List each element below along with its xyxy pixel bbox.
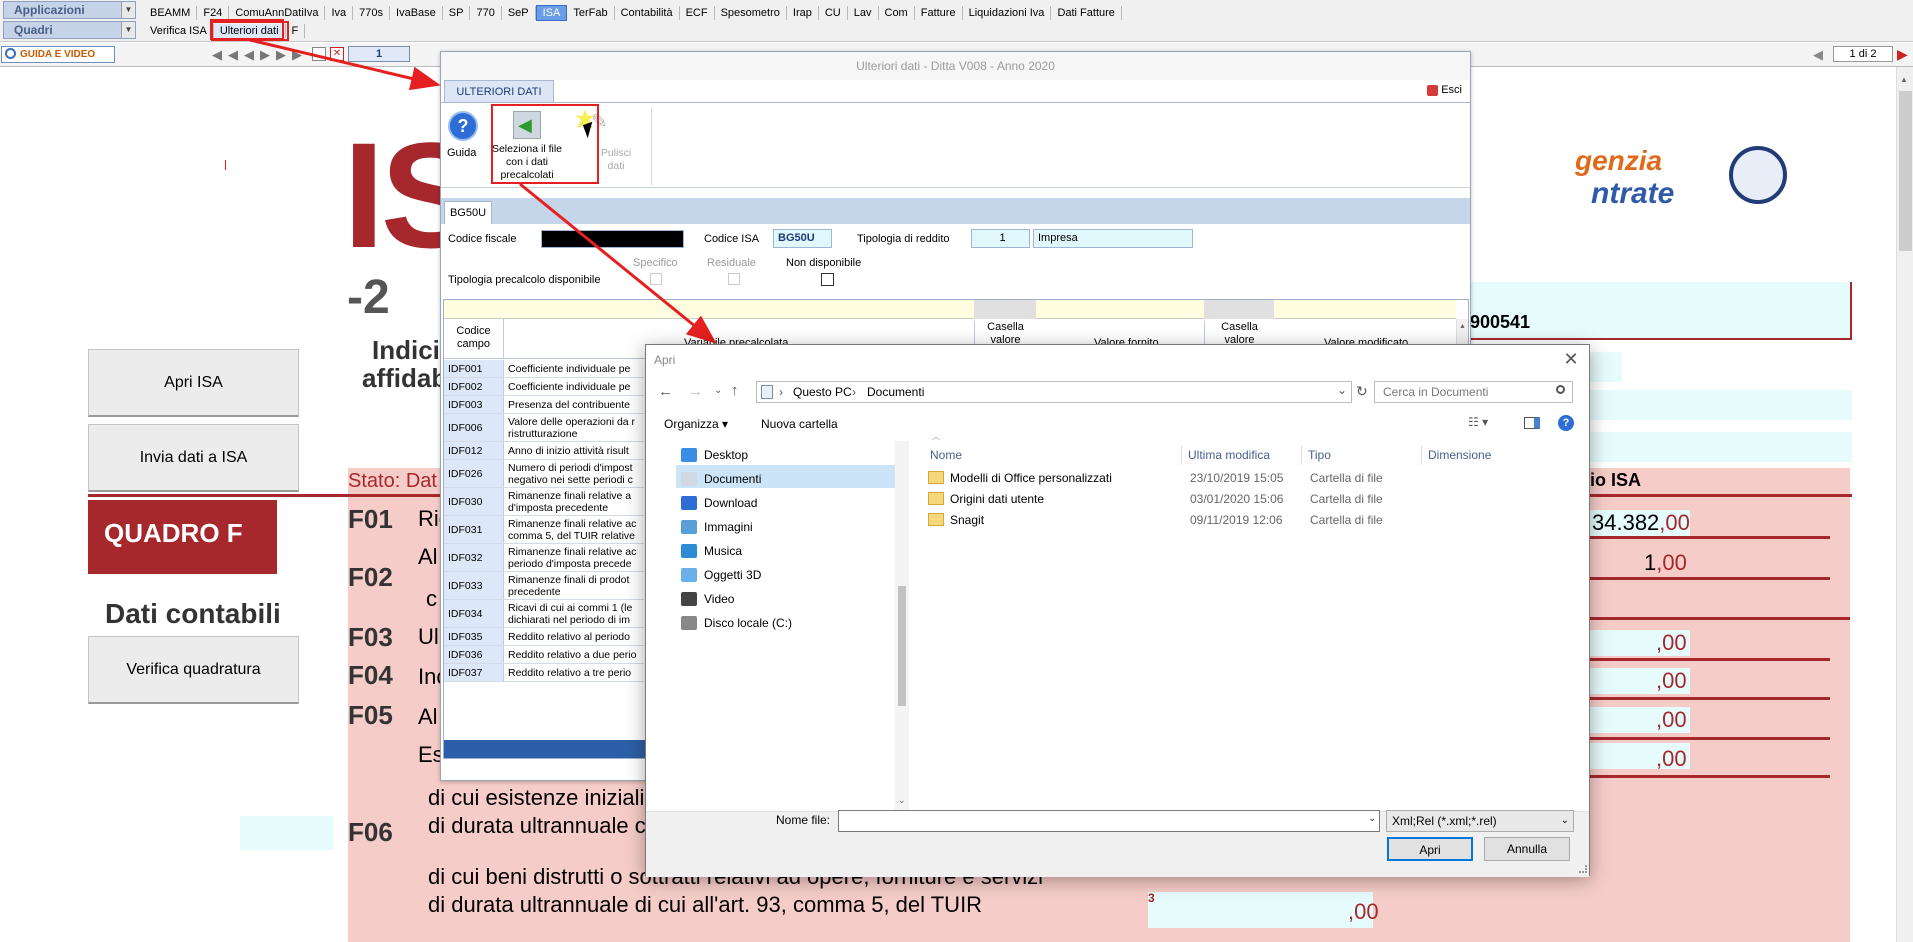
file-type-filter[interactable]: Xml;Rel (*.xml;*.rel) ⌄	[1386, 810, 1574, 832]
refresh-icon[interactable]: ↻	[1356, 383, 1368, 400]
nav-item-download[interactable]: Download	[681, 491, 881, 514]
nav-item-label: Musica	[704, 543, 743, 558]
breadcrumb-separator: ›	[779, 385, 783, 399]
search-input[interactable]: Cerca in Documenti	[1374, 381, 1573, 403]
nav-item-video[interactable]: Video	[681, 587, 881, 610]
organizza-button[interactable]: Organizza ▾	[664, 417, 728, 431]
list-item[interactable]: Snagit 09/11/2019 12:06 Cartella di file	[928, 509, 1428, 530]
file-date: 03/01/2020 15:06	[1190, 491, 1284, 506]
folder-icon	[681, 471, 697, 486]
back-arrow-icon[interactable]: ←	[658, 383, 673, 400]
arrow-to-ulteriori	[249, 38, 441, 91]
nav-item-label: Documenti	[704, 471, 762, 486]
preview-pane-icon[interactable]	[1524, 417, 1540, 429]
file-type: Cartella di file	[1310, 491, 1383, 506]
file-date: 09/11/2019 12:06	[1190, 512, 1283, 527]
folder-icon	[681, 495, 697, 510]
file-date: 23/10/2019 15:05	[1190, 470, 1284, 485]
folder-icon	[681, 543, 697, 558]
navigation-pane: Desktop Documenti Download Immagini Musica Og…	[646, 441, 909, 811]
apri-title: Apri	[654, 353, 676, 367]
chevron-down-icon[interactable]: ⌄	[1337, 383, 1347, 397]
apri-toolbar: Organizza ▾ Nuova cartella ☷ ▾ ?	[646, 409, 1589, 441]
breadcrumb-documenti[interactable]: Documenti	[867, 385, 924, 399]
recent-chevron-icon[interactable]: ⌄	[714, 385, 722, 396]
folder-icon	[681, 519, 697, 534]
file-type: Cartella di file	[1310, 512, 1383, 527]
pc-icon	[761, 385, 773, 399]
help-icon[interactable]: ?	[1558, 415, 1574, 431]
close-icon[interactable]: ✕	[1561, 349, 1581, 369]
nav-item-documenti[interactable]: Documenti	[681, 467, 881, 490]
folder-icon	[681, 591, 697, 606]
nav-item-desktop[interactable]: Desktop	[681, 443, 881, 466]
view-options-icon[interactable]: ☷ ▾	[1468, 415, 1488, 429]
nav-item-label: Immagini	[704, 519, 753, 534]
resize-grip-icon[interactable]	[1579, 865, 1587, 873]
folder-icon	[928, 471, 944, 484]
file-name: Origini dati utente	[950, 491, 1045, 506]
breadcrumb-questo-pc[interactable]: Questo PC	[793, 385, 852, 399]
address-bar[interactable]: › Questo PC › Documenti ⌄	[756, 381, 1352, 403]
nav-item-label: Download	[704, 495, 758, 510]
column-ultima-modifica[interactable]: Ultima modifica	[1182, 445, 1302, 465]
sort-indicator-icon: ︿	[932, 432, 940, 441]
annulla-button[interactable]: Annulla	[1484, 837, 1570, 861]
ulteriori-menu-highlight	[210, 19, 284, 40]
folder-icon	[928, 513, 944, 526]
list-item[interactable]: Modelli di Office personalizzati 23/10/20…	[928, 467, 1428, 488]
nav-item-label: Oggetti 3D	[704, 567, 762, 582]
nuova-cartella-button[interactable]: Nuova cartella	[761, 417, 838, 431]
nav-item-label: Video	[704, 591, 735, 606]
list-item[interactable]: Origini dati utente 03/01/2020 15:06 Carte…	[928, 488, 1428, 509]
folder-icon	[681, 567, 697, 582]
column-tipo[interactable]: Tipo	[1302, 445, 1422, 465]
folder-icon	[928, 492, 944, 505]
nav-item-immagini[interactable]: Immagini	[681, 515, 881, 538]
folder-icon	[681, 447, 697, 462]
file-type: Cartella di file	[1310, 470, 1383, 485]
nav-item-disco-locale-c-[interactable]: Disco locale (C:)	[681, 611, 881, 634]
search-icon	[1556, 385, 1565, 394]
chevron-down-icon: ⌄	[1560, 815, 1569, 826]
nav-scrollbar[interactable]: ⌄	[895, 441, 909, 811]
scrollbar-thumb[interactable]	[898, 586, 906, 706]
forward-arrow-icon[interactable]: →	[688, 383, 703, 400]
nome-file-label: Nome file:	[776, 813, 831, 827]
apri-file-dialog: Apri ✕ ← → ⌄ ↑ › Questo PC › Documenti ⌄…	[645, 344, 1590, 877]
scroll-down-icon[interactable]: ⌄	[898, 795, 906, 806]
column-nome[interactable]: Nome	[924, 445, 1182, 465]
nav-item-label: Disco locale (C:)	[704, 615, 793, 630]
arrow-to-apri	[519, 182, 717, 344]
nav-item-oggetti-3d[interactable]: Oggetti 3D	[681, 563, 881, 586]
file-name: Modelli di Office personalizzati	[950, 470, 1112, 485]
chevron-down-icon[interactable]: ⌄	[1368, 813, 1376, 824]
breadcrumb-separator: ›	[852, 385, 856, 399]
file-name: Snagit	[950, 512, 985, 527]
nav-item-musica[interactable]: Musica	[681, 539, 881, 562]
filename-input[interactable]	[838, 810, 1380, 832]
folder-icon	[681, 615, 697, 630]
apri-button[interactable]: Apri	[1387, 837, 1473, 861]
nav-item-label: Desktop	[704, 447, 749, 462]
column-dimensione[interactable]: Dimensione	[1422, 445, 1512, 465]
up-arrow-icon[interactable]: ↑	[731, 382, 739, 399]
